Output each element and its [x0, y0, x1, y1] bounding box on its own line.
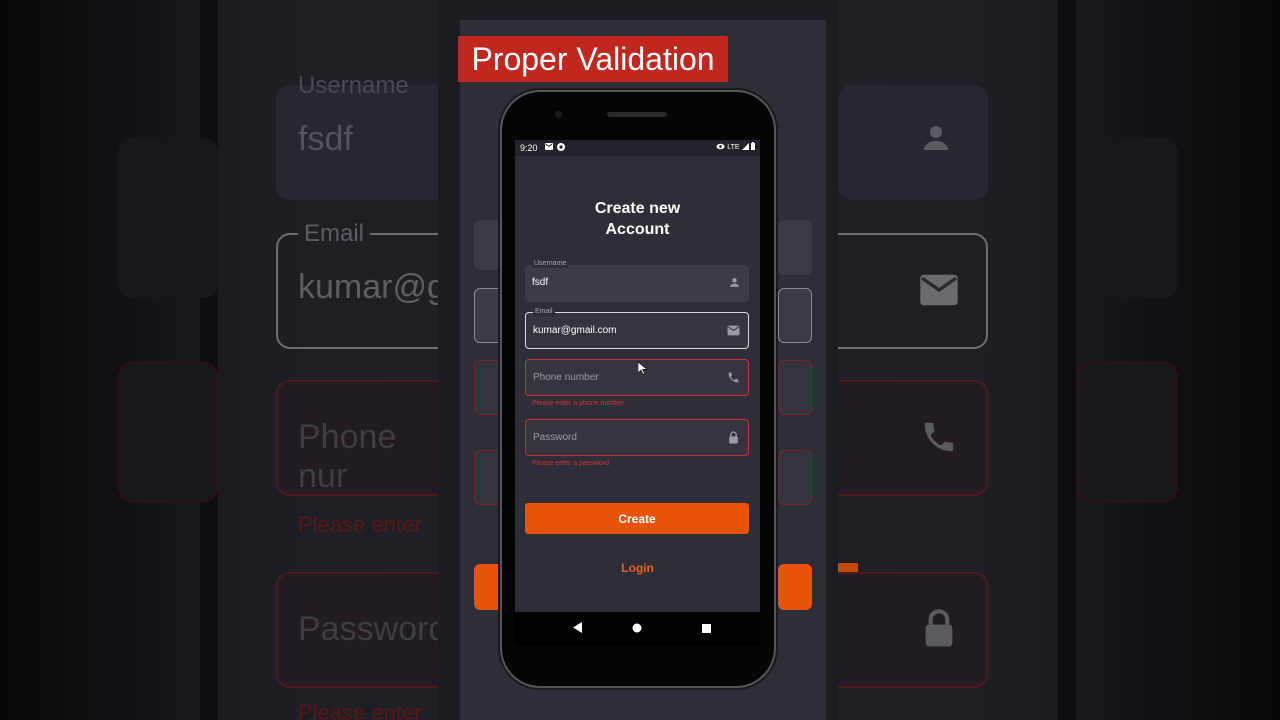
android-nav-bar: [515, 612, 760, 646]
password-field[interactable]: [525, 419, 749, 456]
phone-input[interactable]: [533, 372, 713, 383]
background-phone-placeholder: Phone nur: [298, 418, 397, 495]
network-type: LTE: [727, 144, 740, 151]
strip-right-phone-field: [778, 360, 812, 415]
lock-icon: [729, 431, 738, 444]
background-password-placeholder: Password: [298, 610, 448, 648]
username-value: fsdf: [532, 277, 549, 288]
background-left-panel: Username fsdf Email kumar@gi Phone nur P…: [0, 0, 476, 720]
background-phone-icon: [920, 418, 958, 466]
username-field[interactable]: Username fsdf: [525, 260, 749, 302]
strip-right-create-button: [778, 564, 812, 610]
background-far-field: [118, 138, 218, 298]
background-divider: [200, 0, 218, 720]
background-email-label: Email: [298, 220, 371, 248]
person-icon: [730, 278, 739, 287]
battery-icon: [751, 142, 755, 150]
email-value: kumar@gmail.com: [533, 325, 617, 336]
background-divider-right: [1058, 0, 1076, 720]
status-time: 9:20: [520, 143, 538, 153]
status-right-group: LTE: [716, 142, 755, 152]
email-field[interactable]: Email kumar@gmail.com: [525, 308, 749, 349]
phone-error-message: Please enter a phone number: [532, 400, 625, 407]
page-title: Create new Account: [515, 198, 760, 240]
background-far-right-field: [1078, 138, 1178, 298]
strip-right-password-field: [778, 450, 812, 505]
username-label: Username: [532, 260, 569, 268]
recents-nav-icon[interactable]: [702, 622, 711, 636]
background-right-phone-field: [818, 380, 988, 496]
phone-icon: [728, 372, 739, 383]
title-banner: Proper Validation: [458, 36, 728, 82]
front-camera: [555, 111, 562, 118]
message-icon: [545, 143, 553, 153]
background-username-value: fsdf: [298, 120, 353, 158]
home-nav-icon[interactable]: [632, 622, 642, 636]
earpiece-speaker: [607, 112, 667, 117]
background-right-panel: [778, 0, 1280, 720]
background-phone-error: Please enter: [298, 512, 422, 537]
background-right-username-field: [838, 85, 988, 200]
background-far-error-field: [118, 362, 218, 502]
phone-device: 9:20 LTE Create new Account Username fsd…: [502, 92, 774, 686]
back-nav-icon[interactable]: [573, 622, 583, 636]
eye-icon: [716, 143, 725, 150]
app-notification-icon: [557, 143, 565, 154]
mouse-cursor-icon: [638, 362, 647, 375]
phone-field[interactable]: [525, 359, 749, 396]
background-lock-icon: [922, 608, 956, 658]
background-email-value: kumar@gi: [298, 268, 454, 306]
app-screen: 9:20 LTE Create new Account Username fsd…: [515, 140, 760, 612]
password-error-message: Please enter a password: [532, 460, 610, 467]
password-input[interactable]: [533, 432, 713, 443]
background-far-right-error-field: [1078, 362, 1178, 502]
email-label: Email: [533, 308, 555, 316]
background-username-label: Username: [298, 72, 409, 99]
mail-icon: [727, 325, 740, 336]
strip-right-username-field: [778, 220, 812, 275]
page-title-line1: Create new: [594, 200, 681, 217]
status-bar: 9:20 LTE: [515, 140, 760, 156]
create-button[interactable]: Create: [525, 503, 749, 534]
background-password-error: Please enter: [298, 700, 422, 720]
background-right-email-field: [818, 233, 988, 349]
background-person-icon: [918, 120, 954, 166]
login-link[interactable]: Login: [515, 561, 760, 575]
background-right-password-field: [818, 572, 988, 688]
background-mail-icon: [918, 272, 960, 317]
page-title-line2: Account: [605, 221, 670, 238]
strip-right-email-field: [778, 288, 812, 343]
signal-icon: [741, 143, 749, 150]
